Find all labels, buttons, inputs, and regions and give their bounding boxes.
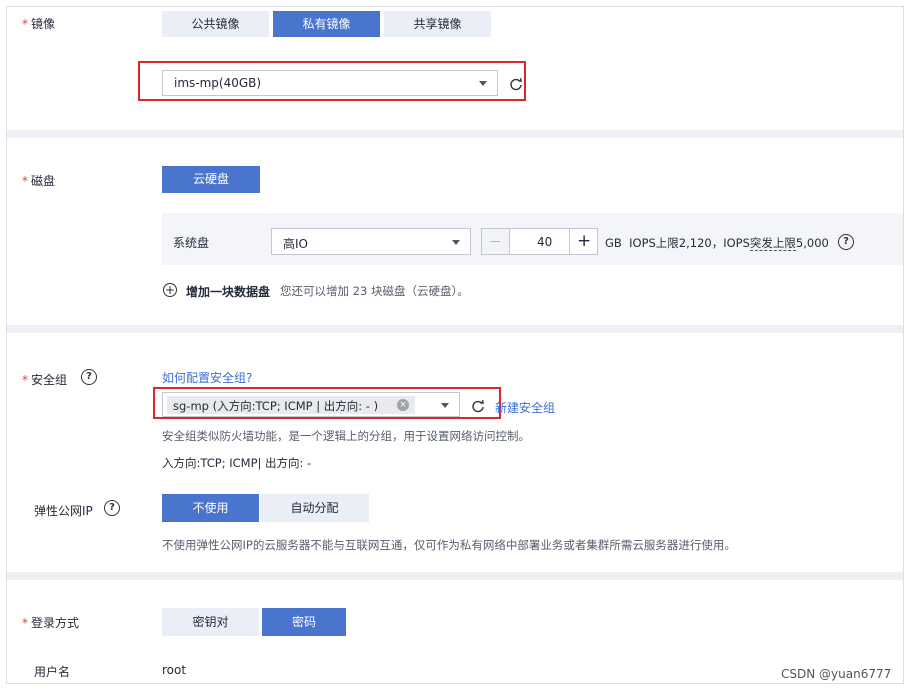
watermark: CSDN @yuan6777 xyxy=(781,667,892,681)
chevron-down-icon xyxy=(479,81,487,86)
security-group-label: * 安全组 xyxy=(22,373,68,387)
chevron-down-icon xyxy=(452,240,460,245)
section-separator xyxy=(7,325,903,333)
increase-button[interactable]: + xyxy=(569,229,597,254)
how-to-configure-link[interactable]: 如何配置安全组? xyxy=(162,369,252,386)
help-icon[interactable]: ? xyxy=(838,234,854,250)
add-data-disk-link[interactable]: 增加一块数据盘 xyxy=(186,283,270,300)
iops-burst-term[interactable]: 突发上限 xyxy=(749,236,796,251)
disk-type-value: 高IO xyxy=(283,237,308,251)
tab-public-image[interactable]: 公共镜像 xyxy=(162,11,269,37)
plus-icon: + xyxy=(577,231,592,251)
iops-info: GB IOPS上限2,120，IOPS突发上限5,000 xyxy=(605,236,829,251)
form-frame xyxy=(6,6,904,684)
tab-shared-image[interactable]: 共享镜像 xyxy=(384,11,491,37)
system-disk-label: 系统盘 xyxy=(173,236,210,250)
image-select[interactable]: ims-mp(40GB) xyxy=(162,70,498,96)
disk-type-select[interactable]: 高IO xyxy=(271,228,471,255)
login-option-password[interactable]: 密码 xyxy=(262,608,346,636)
disk-size-value[interactable]: 40 xyxy=(537,235,552,249)
required-star: * xyxy=(22,616,28,630)
eip-note: 不使用弹性公网IP的云服务器不能与互联网互通，仅可作为私有网络中部署业务或者集群… xyxy=(162,538,736,552)
help-icon[interactable]: ? xyxy=(104,500,120,516)
security-rules-summary: 入方向:TCP; ICMP| 出方向: - xyxy=(162,456,312,470)
refresh-icon[interactable] xyxy=(509,77,523,91)
required-star: * xyxy=(22,174,28,188)
add-disk-hint: 您还可以增加 23 块磁盘（云硬盘）。 xyxy=(280,284,469,298)
eip-option-none[interactable]: 不使用 xyxy=(162,494,259,522)
username-value: root xyxy=(162,663,187,677)
section-separator xyxy=(7,130,903,138)
eip-label: 弹性公网IP xyxy=(34,504,93,518)
image-select-value: ims-mp(40GB) xyxy=(174,76,262,90)
disk-label: * 磁盘 xyxy=(22,174,56,188)
tab-private-image[interactable]: 私有镜像 xyxy=(273,11,380,37)
eip-option-auto[interactable]: 自动分配 xyxy=(260,494,369,522)
security-group-description: 安全组类似防火墙功能，是一个逻辑上的分组，用于设置网络访问控制。 xyxy=(162,429,530,443)
login-method-label: * 登录方式 xyxy=(22,616,80,630)
disk-size-stepper: 40 + xyxy=(481,228,598,255)
decrease-button[interactable] xyxy=(482,229,510,254)
required-star: * xyxy=(22,373,28,387)
section-separator xyxy=(7,572,903,580)
required-star: * xyxy=(22,17,28,31)
username-label: 用户名 xyxy=(34,665,71,679)
help-icon[interactable]: ? xyxy=(81,369,97,385)
login-option-keypair[interactable]: 密钥对 xyxy=(162,608,259,636)
new-security-group-link[interactable]: 新建安全组 xyxy=(495,399,555,416)
add-circle-icon[interactable]: + xyxy=(163,283,177,297)
cloud-disk-button[interactable]: 云硬盘 xyxy=(162,166,260,193)
image-label: * 镜像 xyxy=(22,17,56,31)
highlight-box-security-group xyxy=(153,387,501,419)
minus-icon xyxy=(490,241,500,242)
refresh-icon[interactable] xyxy=(471,399,485,413)
